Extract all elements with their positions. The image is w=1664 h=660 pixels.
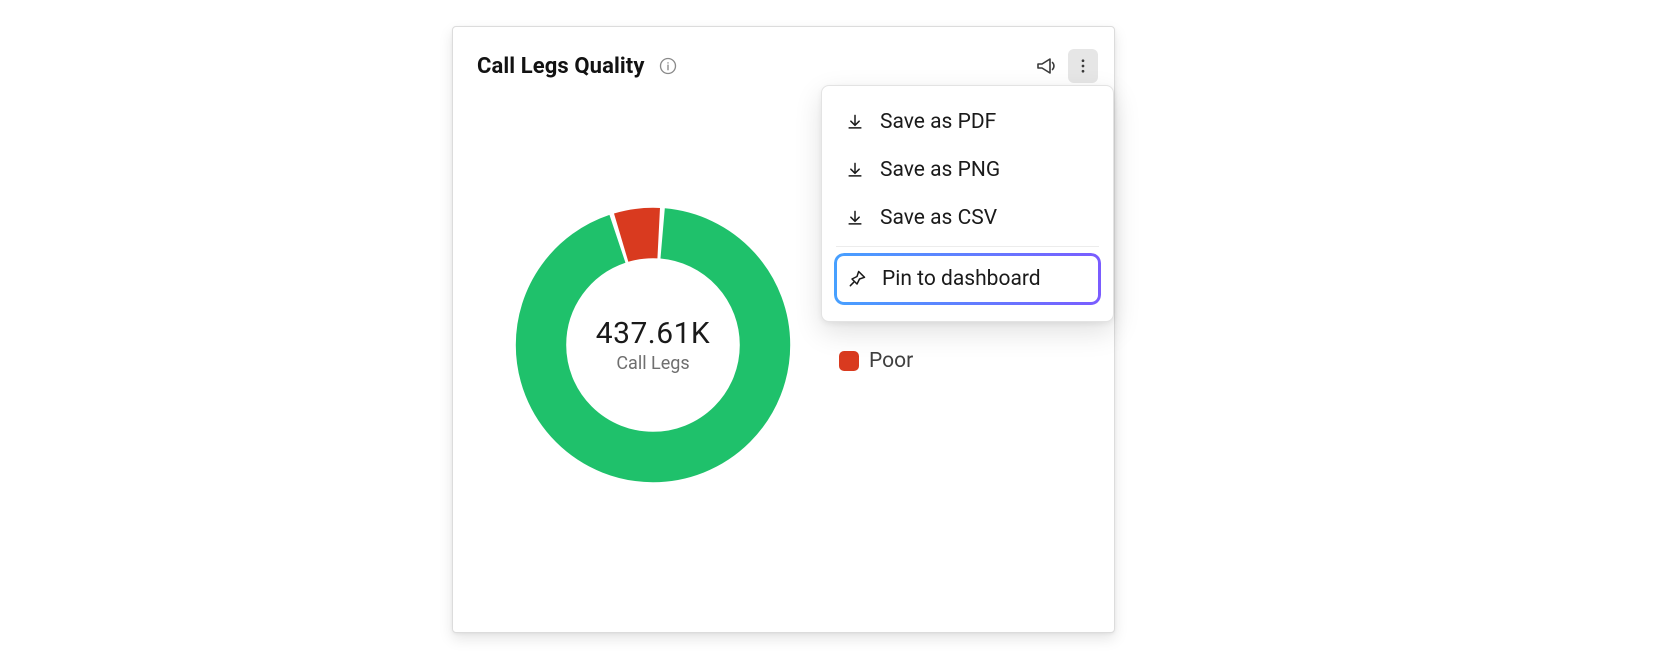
card-header: Call Legs Quality [477,49,1098,83]
menu-item-save-png[interactable]: Save as PNG [822,146,1113,194]
legend-label-poor: Poor [869,349,913,373]
download-icon [844,111,866,133]
menu-item-label: Pin to dashboard [882,267,1041,291]
pin-icon [846,268,868,290]
info-icon[interactable] [657,55,679,77]
menu-item-label: Save as PNG [880,158,1000,182]
donut-segment-good [541,233,765,457]
options-menu: Save as PDF Save as PNG Save as CSV [821,85,1114,322]
menu-item-pin-dashboard[interactable]: Pin to dashboard [834,253,1101,305]
menu-item-label: Save as CSV [880,206,997,230]
widget-card: Call Legs Quality [452,26,1115,633]
card-title: Call Legs Quality [477,54,645,79]
menu-item-save-pdf[interactable]: Save as PDF [822,98,1113,146]
more-options-button[interactable] [1068,49,1098,83]
legend-swatch-poor [839,351,859,371]
donut-chart: 437.61K Call Legs [513,205,793,485]
legend: Poor [839,349,913,373]
download-icon [844,207,866,229]
download-icon [844,159,866,181]
megaphone-icon[interactable] [1032,52,1060,80]
menu-item-save-csv[interactable]: Save as CSV [822,194,1113,242]
menu-separator [836,246,1099,247]
menu-item-label: Save as PDF [880,110,996,134]
